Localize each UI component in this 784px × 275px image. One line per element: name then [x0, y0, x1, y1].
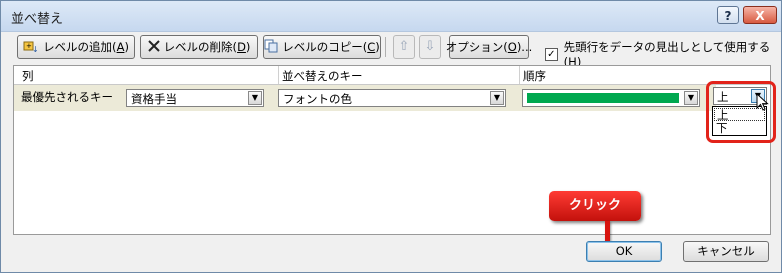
move-down-button[interactable]: ⇩ [419, 35, 441, 59]
level-label: 最優先されるキー [21, 90, 113, 104]
toolbar-separator [385, 37, 386, 57]
sort-dialog: 並べ替え ? X ↓ + レベルの追加(A) レベルの削除(D) レベルのコピー(… [0, 0, 782, 273]
move-up-button[interactable]: ⇧ [393, 35, 415, 59]
grid-header: 列 並べ替えのキー 順序 [14, 66, 770, 85]
dialog-title: 並べ替え [11, 12, 64, 27]
close-button[interactable]: X [743, 6, 777, 24]
chevron-down-icon[interactable]: ▼ [248, 91, 262, 105]
cancel-button[interactable]: キャンセル [683, 241, 769, 262]
title-bar: 並べ替え ? X [1, 1, 781, 32]
svg-text:↓: ↓ [32, 45, 39, 53]
level-toolbar: ↓ + レベルの追加(A) レベルの削除(D) レベルのコピー(C) ⇧ ⇩ オプ… [1, 35, 781, 69]
order-color-swatch [527, 93, 679, 103]
header-row-checkbox[interactable]: ✓ [545, 47, 558, 61]
sort-key-select[interactable]: フォントの色 ▼ [278, 89, 506, 107]
svg-text:+: + [26, 42, 32, 50]
add-level-icon: ↓ + [23, 39, 39, 56]
delete-level-button[interactable]: レベルの削除(D) [140, 35, 258, 59]
options-button[interactable]: オプション(O)... [446, 35, 532, 59]
chevron-down-icon[interactable]: ▼ [684, 91, 698, 105]
click-callout: クリック [549, 191, 641, 221]
add-level-button[interactable]: ↓ + レベルの追加(A) [17, 35, 135, 59]
help-button[interactable]: ? [717, 6, 739, 24]
sort-level-row[interactable]: 最優先されるキー 資格手当 ▼ フォントの色 ▼ ▼ [14, 85, 716, 111]
copy-level-icon [264, 39, 278, 56]
sort-levels-grid: 列 並べ替えのキー 順序 最優先されるキー 資格手当 ▼ フォントの色 ▼ ▼ [13, 65, 771, 235]
column-select[interactable]: 資格手当 ▼ [126, 89, 264, 107]
copy-level-button[interactable]: レベルのコピー(C) [263, 35, 381, 59]
order-header: 順序 [523, 69, 546, 83]
chevron-down-icon[interactable]: ▼ [490, 91, 504, 105]
column-header: 列 [22, 69, 34, 83]
delete-level-icon [147, 39, 160, 55]
ok-button[interactable]: OK [586, 241, 662, 262]
highlight-box [706, 81, 776, 143]
sort-key-header: 並べ替えのキー [282, 69, 363, 83]
order-color-select[interactable]: ▼ [522, 89, 700, 107]
